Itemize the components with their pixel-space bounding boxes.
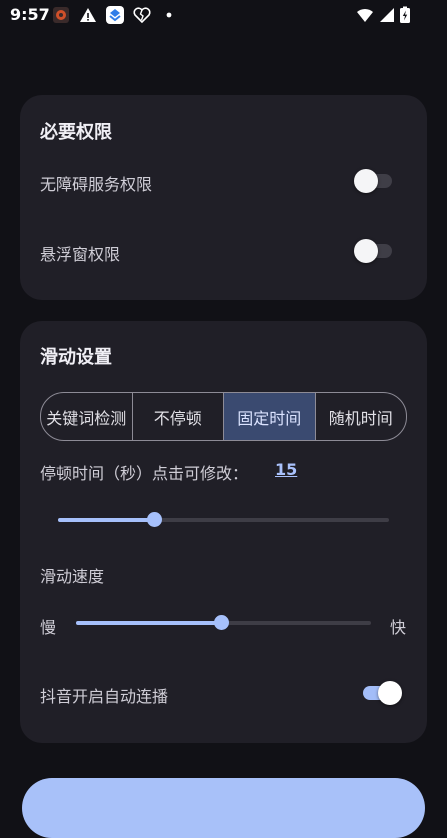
app-icon <box>53 7 69 23</box>
switch-thumb <box>354 239 378 263</box>
accessibility-permission-label: 无障碍服务权限 <box>40 175 153 194</box>
signal-icon <box>380 8 394 22</box>
status-bar: 9:57 <box>0 0 447 30</box>
pause-time-label: 停顿时间（秒）点击可修改： <box>40 464 249 483</box>
autoplay-label: 抖音开启自动连播 <box>40 687 169 706</box>
swipe-speed-slider[interactable] <box>76 611 371 635</box>
permissions-card: 必要权限 无障碍服务权限 悬浮窗权限 <box>20 95 427 300</box>
mode-random-time[interactable]: 随机时间 <box>316 393 407 440</box>
mode-fixed-time[interactable]: 固定时间 <box>224 393 316 440</box>
mode-keyword-detect[interactable]: 关键词检测 <box>41 393 133 440</box>
app-blue-icon <box>106 6 124 24</box>
swipe-settings-title: 滑动设置 <box>40 347 112 368</box>
dot-icon <box>166 12 172 18</box>
switch-thumb <box>354 169 378 193</box>
slider-fill <box>76 621 221 625</box>
heart-broken-icon <box>133 7 151 24</box>
status-time: 9:57 <box>10 5 50 24</box>
overlay-permission-label: 悬浮窗权限 <box>40 245 121 264</box>
accessibility-permission-switch[interactable] <box>354 169 394 193</box>
switch-thumb <box>378 681 402 705</box>
pause-time-slider[interactable] <box>58 508 389 532</box>
autoplay-switch[interactable] <box>361 679 405 707</box>
slider-thumb[interactable] <box>213 615 229 630</box>
pause-time-value[interactable]: 15 <box>275 460 297 479</box>
speed-slow-label: 慢 <box>40 618 57 637</box>
slider-fill <box>58 518 154 522</box>
swipe-speed-label: 滑动速度 <box>40 567 105 586</box>
warning-icon <box>80 8 96 22</box>
overlay-permission-switch[interactable] <box>354 239 394 263</box>
battery-icon <box>400 6 410 23</box>
swipe-mode-selector: 关键词检测 不停顿 固定时间 随机时间 <box>40 392 407 441</box>
start-button[interactable] <box>22 778 425 838</box>
speed-fast-label: 快 <box>390 618 407 637</box>
permissions-title: 必要权限 <box>40 122 112 143</box>
wifi-icon <box>357 8 373 22</box>
swipe-settings-card: 滑动设置 关键词检测 不停顿 固定时间 随机时间 停顿时间（秒）点击可修改： 1… <box>20 321 427 743</box>
slider-thumb[interactable] <box>146 512 162 527</box>
mode-no-pause[interactable]: 不停顿 <box>133 393 224 440</box>
